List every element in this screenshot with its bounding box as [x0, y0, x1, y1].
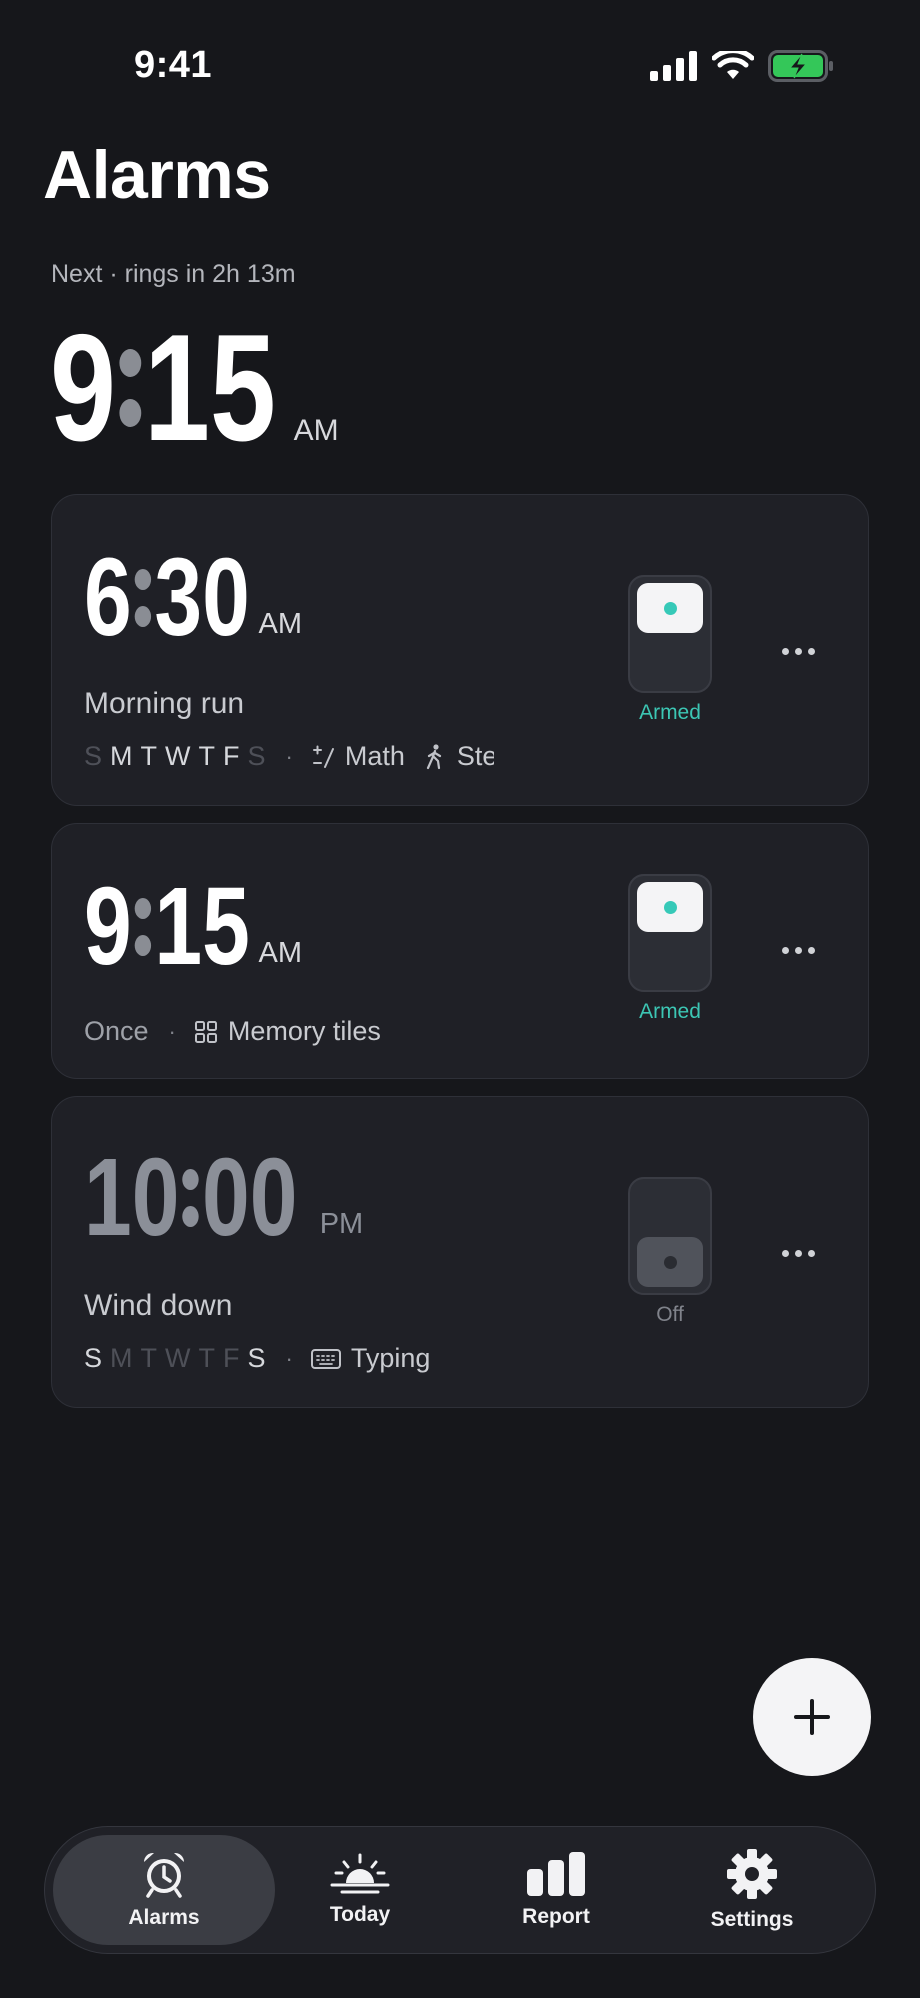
- alarm-time: 10 00 PM: [84, 1136, 364, 1259]
- next-alarm-hour: 9: [50, 303, 116, 473]
- separator-dot: ·: [285, 1345, 293, 1371]
- colon-separator: [119, 349, 141, 427]
- alarm-card-wind-down[interactable]: 10 00 PM Wind down S M T W T F S · Typin…: [51, 1096, 869, 1408]
- challenge-memory-tiles: Memory tiles: [194, 1016, 381, 1047]
- toggle-knob: [637, 1237, 703, 1287]
- sunrise-icon: [330, 1853, 390, 1894]
- next-alarm-ampm: AM: [293, 414, 339, 447]
- alarm-minute: 15: [154, 865, 250, 988]
- alarm-minute: 00: [202, 1136, 298, 1259]
- alarm-ampm: PM: [319, 1208, 364, 1240]
- separator-dot: ·: [285, 743, 293, 769]
- repeat-days: S M T W T F S: [84, 741, 266, 772]
- colon-separator: [134, 569, 152, 627]
- day-mon: M: [110, 741, 133, 771]
- more-options-button[interactable]: [768, 1233, 828, 1273]
- alarm-hour: 10: [84, 1136, 180, 1259]
- alarm-clock-icon: [143, 1852, 185, 1898]
- day-thu: T: [198, 1343, 216, 1373]
- alarm-card-morning-run[interactable]: 6 30 AM Morning run S M T W T F S · Math…: [51, 494, 869, 806]
- repeat-days: S M T W T F S: [84, 1343, 266, 1374]
- toggle-knob: [637, 583, 703, 633]
- alarm-time: 6 30 AM: [84, 536, 303, 659]
- next-alarm-label: Next · rings in 2h 13m: [51, 260, 296, 288]
- alarm-ampm: AM: [258, 608, 303, 640]
- keyboard-icon: [310, 1347, 341, 1371]
- wifi-icon: [712, 51, 754, 79]
- tab-label: Alarms: [128, 1906, 200, 1929]
- tab-label: Today: [329, 1903, 391, 1926]
- challenge-steps: Steps: [423, 741, 494, 772]
- alarm-time: 9 15 AM: [84, 865, 303, 988]
- day-mon: M: [110, 1343, 133, 1373]
- alarm-meta: S M T W T F S · Typing: [84, 1343, 448, 1374]
- plus-icon: [794, 1699, 830, 1735]
- alarm-ampm: AM: [258, 937, 303, 969]
- tab-report[interactable]: Report: [445, 1835, 667, 1945]
- status-icons: [650, 50, 834, 82]
- day-tue: T: [140, 1343, 158, 1373]
- battery-charging-icon: [768, 50, 833, 82]
- alarm-status: Armed: [639, 701, 701, 724]
- toggle-knob: [637, 882, 703, 932]
- day-thu: T: [198, 741, 216, 771]
- alarm-toggle[interactable]: [628, 1177, 712, 1295]
- bar-chart-icon: [527, 1852, 585, 1896]
- day-fri: F: [223, 1343, 240, 1373]
- status-time: 9:41: [134, 44, 213, 86]
- repeat-once: Once: [84, 1016, 149, 1046]
- separator-dot: ·: [168, 1018, 176, 1044]
- grid-tiles-icon: [194, 1020, 218, 1044]
- challenge-label: Math: [344, 741, 405, 771]
- tab-alarms[interactable]: Alarms: [53, 1835, 275, 1945]
- tab-settings[interactable]: Settings: [641, 1835, 863, 1945]
- colon-separator: [182, 1169, 199, 1227]
- next-alarm-minute: 15: [144, 303, 276, 473]
- day-fri: F: [223, 741, 240, 771]
- walking-icon: [423, 743, 447, 769]
- add-alarm-button[interactable]: [753, 1658, 871, 1776]
- day-sat: S: [247, 741, 266, 771]
- alarm-meta: Once · Memory tiles: [84, 1016, 399, 1047]
- tab-bar: Alarms Today Report Settings: [44, 1826, 876, 1954]
- alarm-status: Armed: [639, 1000, 701, 1023]
- alarm-name: Morning run: [84, 687, 245, 720]
- gear-icon: [727, 1849, 777, 1899]
- challenge-label: Steps: [456, 741, 494, 771]
- day-sun: S: [84, 1343, 103, 1373]
- alarm-meta: S M T W T F S · Math Steps: [84, 741, 494, 772]
- day-sat: S: [247, 1343, 266, 1373]
- alarm-card-once[interactable]: 9 15 AM Once · Memory tiles Armed: [51, 823, 869, 1079]
- challenge-math: Math: [311, 741, 405, 772]
- tab-label: Settings: [710, 1908, 794, 1931]
- alarm-toggle[interactable]: [628, 874, 712, 992]
- alarm-hour: 6: [84, 536, 132, 659]
- tab-label: Report: [522, 1905, 590, 1928]
- tab-today[interactable]: Today: [249, 1835, 471, 1945]
- day-sun: S: [84, 741, 103, 771]
- next-alarm-digits: 9 15: [50, 303, 276, 473]
- alarm-toggle[interactable]: [628, 575, 712, 693]
- alarm-hour: 9: [84, 865, 132, 988]
- colon-separator: [134, 898, 152, 956]
- challenge-label: Typing: [350, 1343, 431, 1373]
- cellular-signal-icon: [650, 51, 697, 81]
- alarm-minute: 30: [154, 536, 250, 659]
- alarm-name: Wind down: [84, 1289, 233, 1322]
- day-wed: W: [165, 1343, 191, 1373]
- challenge-label: Memory tiles: [227, 1016, 381, 1046]
- math-icon: [311, 745, 335, 769]
- more-options-button[interactable]: [768, 631, 828, 671]
- alarms-screen: 9:41 Alarms Next · rings in 2h 13m 9 15 …: [0, 0, 920, 1998]
- day-tue: T: [140, 741, 158, 771]
- challenge-typing: Typing: [310, 1343, 431, 1374]
- more-options-button[interactable]: [768, 930, 828, 970]
- next-alarm-time: 9 15 AM: [50, 303, 339, 473]
- day-wed: W: [165, 741, 191, 771]
- page-title: Alarms: [43, 137, 271, 213]
- alarm-status: Off: [656, 1303, 684, 1326]
